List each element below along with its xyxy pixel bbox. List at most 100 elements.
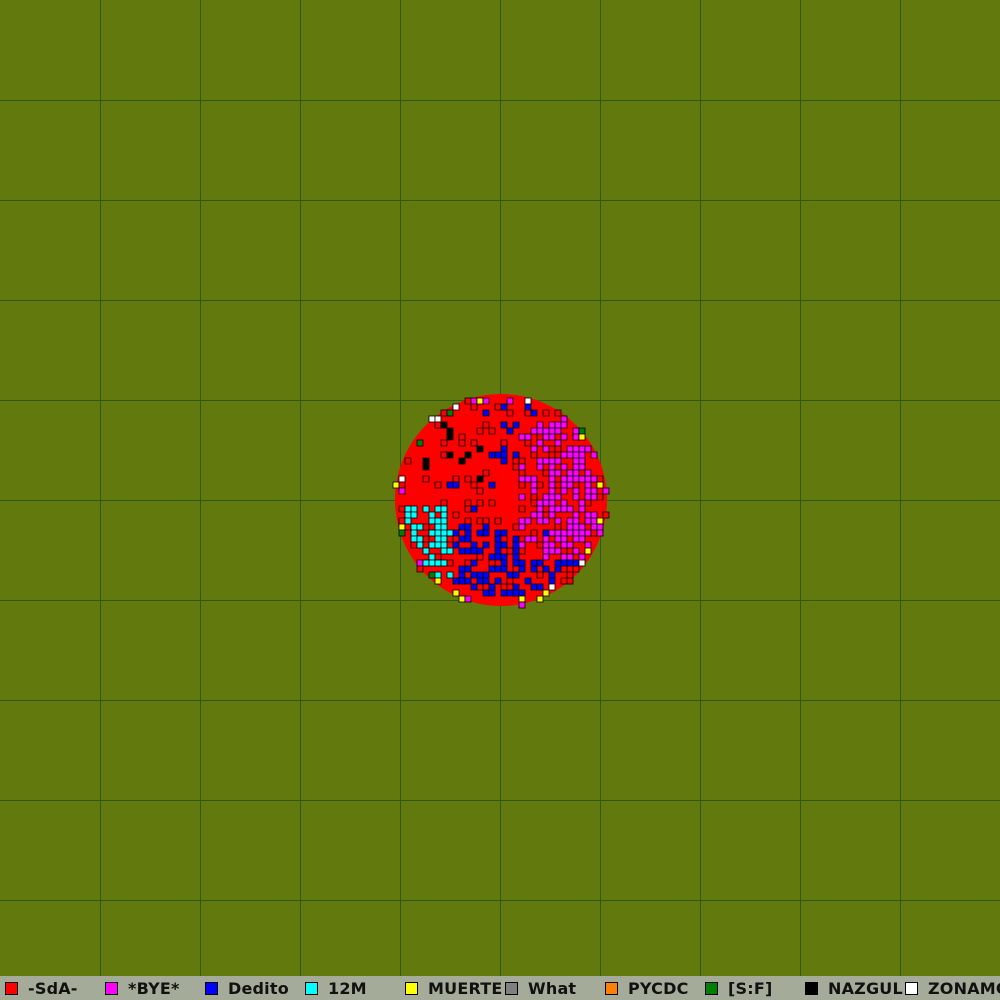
legend-item[interactable]: *BYE* — [100, 976, 180, 1000]
territory-cell[interactable] — [548, 529, 556, 537]
territory-cell[interactable] — [506, 589, 514, 597]
territory-cell[interactable] — [536, 511, 544, 519]
territory-cell[interactable] — [518, 589, 526, 597]
territory-cell[interactable] — [464, 535, 472, 543]
territory-cell[interactable] — [566, 445, 574, 453]
territory-cell[interactable] — [404, 511, 412, 519]
territory-cell[interactable] — [578, 553, 586, 561]
territory-cell[interactable] — [554, 529, 562, 537]
territory-cell[interactable] — [512, 523, 520, 531]
territory-cell[interactable] — [548, 433, 556, 441]
territory-cell[interactable] — [560, 487, 568, 495]
territory-cell[interactable] — [530, 445, 538, 453]
territory-cell[interactable] — [536, 421, 544, 429]
territory-cell[interactable] — [416, 559, 424, 567]
territory-cell[interactable] — [578, 457, 586, 465]
territory-cell[interactable] — [464, 571, 472, 579]
territory-cell[interactable] — [518, 517, 526, 525]
territory-cell[interactable] — [512, 421, 520, 429]
territory-cell[interactable] — [512, 559, 520, 567]
territory-cell[interactable] — [578, 463, 586, 471]
territory-cell[interactable] — [572, 433, 580, 441]
territory-cell[interactable] — [518, 457, 526, 465]
territory-cell[interactable] — [578, 523, 586, 531]
territory-cell[interactable] — [578, 535, 586, 543]
territory-cell[interactable] — [554, 565, 562, 573]
territory-cell[interactable] — [494, 553, 502, 561]
territory-cell[interactable] — [572, 487, 580, 495]
territory-cell[interactable] — [572, 469, 580, 477]
territory-cell[interactable] — [542, 565, 550, 573]
territory-cell[interactable] — [470, 583, 478, 591]
territory-cell[interactable] — [572, 475, 580, 483]
territory-cell[interactable] — [530, 499, 538, 507]
territory-cell[interactable] — [494, 577, 502, 585]
territory-cell[interactable] — [500, 541, 508, 549]
territory-cell[interactable] — [500, 451, 508, 459]
territory-cell[interactable] — [530, 475, 538, 483]
territory-cell[interactable] — [470, 571, 478, 579]
territory-cell[interactable] — [542, 457, 550, 465]
territory-cell[interactable] — [512, 547, 520, 555]
territory-cell[interactable] — [422, 457, 430, 465]
territory-cell[interactable] — [584, 547, 592, 555]
territory-cell[interactable] — [590, 487, 598, 495]
territory-cell[interactable] — [548, 481, 556, 489]
territory-cell[interactable] — [464, 547, 472, 555]
territory-cell[interactable] — [530, 529, 538, 537]
territory-cell[interactable] — [488, 427, 496, 435]
territory-cell[interactable] — [578, 433, 586, 441]
territory-cell[interactable] — [506, 547, 514, 555]
territory-cell[interactable] — [404, 505, 412, 513]
territory-cell[interactable] — [542, 529, 550, 537]
territory-cell[interactable] — [434, 481, 442, 489]
territory-cell[interactable] — [440, 529, 448, 537]
legend-item[interactable]: Dedito — [200, 976, 289, 1000]
territory-cell[interactable] — [536, 499, 544, 507]
territory-cell[interactable] — [398, 505, 406, 513]
territory-cell[interactable] — [554, 523, 562, 531]
territory-cell[interactable] — [440, 559, 448, 567]
territory-cell[interactable] — [488, 481, 496, 489]
territory-cell[interactable] — [470, 397, 478, 405]
territory-cell[interactable] — [578, 445, 586, 453]
territory-cell[interactable] — [578, 559, 586, 567]
territory-cell[interactable] — [398, 475, 406, 483]
territory-cell[interactable] — [524, 517, 532, 525]
territory-cell[interactable] — [578, 529, 586, 537]
territory-cell[interactable] — [500, 529, 508, 537]
territory-cell[interactable] — [488, 499, 496, 507]
territory-cell[interactable] — [434, 577, 442, 585]
territory-cell[interactable] — [548, 469, 556, 477]
territory-cell[interactable] — [458, 565, 466, 573]
territory-cell[interactable] — [554, 445, 562, 453]
territory-cell[interactable] — [482, 541, 490, 549]
territory-cell[interactable] — [542, 547, 550, 555]
territory-cell[interactable] — [572, 565, 580, 573]
territory-cell[interactable] — [422, 541, 430, 549]
territory-cell[interactable] — [548, 547, 556, 555]
territory-cell[interactable] — [536, 439, 544, 447]
territory-cell[interactable] — [482, 589, 490, 597]
territory-cell[interactable] — [416, 535, 424, 543]
territory-cell[interactable] — [428, 523, 436, 531]
territory-cell[interactable] — [518, 433, 526, 441]
territory-cell[interactable] — [524, 403, 532, 411]
territory-cell[interactable] — [500, 421, 508, 429]
territory-cell[interactable] — [434, 571, 442, 579]
territory-cell[interactable] — [584, 475, 592, 483]
territory-cell[interactable] — [560, 421, 568, 429]
territory-cell[interactable] — [518, 541, 526, 549]
territory-cell[interactable] — [554, 457, 562, 465]
territory-cell[interactable] — [494, 535, 502, 543]
legend-item[interactable]: MUERTE — [400, 976, 503, 1000]
territory-cell[interactable] — [512, 589, 520, 597]
territory-cell[interactable] — [536, 541, 544, 549]
territory-cell[interactable] — [482, 397, 490, 405]
territory-cell[interactable] — [452, 511, 460, 519]
territory-cell[interactable] — [452, 577, 460, 585]
territory-cell[interactable] — [554, 481, 562, 489]
territory-cell[interactable] — [458, 457, 466, 465]
territory-cell[interactable] — [554, 493, 562, 501]
territory-cell[interactable] — [530, 583, 538, 591]
